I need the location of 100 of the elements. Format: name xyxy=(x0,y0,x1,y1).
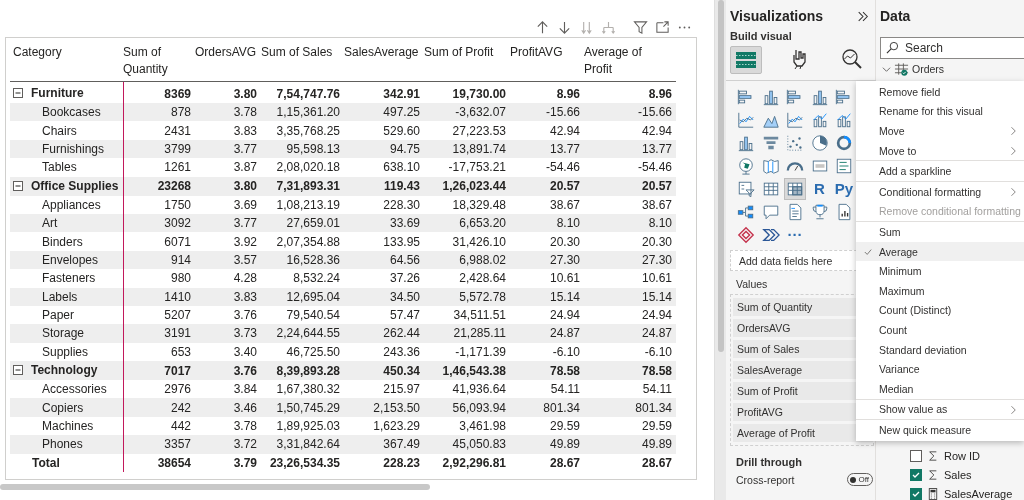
chevron-icon[interactable] xyxy=(882,64,891,74)
column-chart-icon[interactable] xyxy=(737,134,755,152)
column-header[interactable]: SalesAverage xyxy=(344,38,424,82)
section-title: Drill through xyxy=(736,456,803,468)
check-icon xyxy=(864,247,872,256)
document-icon[interactable] xyxy=(786,203,804,221)
field-checkbox[interactable] xyxy=(910,469,922,481)
table-cell: 3.78 xyxy=(233,419,257,434)
collapse-icon[interactable] xyxy=(13,88,23,98)
menu-item[interactable]: New quick measure xyxy=(856,420,1024,440)
visual-type-label[interactable]: ··· xyxy=(787,226,803,244)
menu-item[interactable]: Conditional formatting xyxy=(856,181,1024,202)
menu-item[interactable]: Minimum xyxy=(856,261,1024,281)
pie-chart-icon[interactable] xyxy=(810,134,829,152)
column-header[interactable]: Category xyxy=(10,38,123,82)
table-name[interactable]: Orders xyxy=(912,63,945,75)
table-cell: 6,988.02 xyxy=(459,252,506,267)
table-cell: 19,730.00 xyxy=(452,86,506,101)
field-name[interactable]: SalesAverage xyxy=(944,488,1013,500)
field-checkbox[interactable] xyxy=(910,488,922,500)
column-chart-icon[interactable] xyxy=(810,88,829,106)
row-header: Bookcases xyxy=(42,105,101,120)
table-cell: 13,891.74 xyxy=(452,141,506,156)
chevron-right-icon xyxy=(1010,186,1016,197)
table-cell: 6,653.20 xyxy=(459,216,506,231)
vertical-scrollbar[interactable] xyxy=(717,0,724,352)
list-card-icon[interactable] xyxy=(835,157,853,175)
menu-item[interactable]: Maximum xyxy=(856,280,1024,301)
magnifier-chart-icon xyxy=(840,47,864,71)
row-header: Office Supplies xyxy=(31,177,119,195)
sigma-icon xyxy=(928,469,938,481)
bar-chart-icon[interactable] xyxy=(835,88,853,106)
line-chart-icon[interactable] xyxy=(786,111,804,129)
row-header: Supplies xyxy=(42,344,89,359)
menu-item[interactable]: Show value as xyxy=(856,399,1024,420)
collapse-pane-icon[interactable] xyxy=(857,10,869,22)
funnel-icon[interactable] xyxy=(761,134,780,152)
scatter-chart-icon[interactable] xyxy=(786,134,804,152)
column-header[interactable]: Average of Profit xyxy=(584,38,676,82)
table-cell: 3.80 xyxy=(233,86,257,101)
table-cell: 1261 xyxy=(164,160,191,175)
sort-down-icon[interactable] xyxy=(557,19,572,35)
table-cell: 1,26,023.44 xyxy=(442,179,506,194)
field-name[interactable]: Sales xyxy=(944,469,972,481)
menu-item[interactable]: Sum xyxy=(856,222,1024,242)
field-checkbox[interactable] xyxy=(910,450,922,462)
bar-chart-icon[interactable] xyxy=(786,88,804,106)
collapse-icon[interactable] xyxy=(13,180,23,191)
table-cell: -54.46 xyxy=(637,160,672,175)
column-header[interactable]: ProfitAVG xyxy=(510,38,584,82)
expand-hierarchy-icon[interactable] xyxy=(601,19,616,35)
menu-item[interactable]: Average xyxy=(856,241,1024,262)
table-cell: 3.72 xyxy=(233,437,257,452)
table-cell: 2,24,644.55 xyxy=(276,326,340,341)
collapse-icon[interactable] xyxy=(13,365,23,376)
build-visual-tab[interactable] xyxy=(730,46,762,74)
menu-item[interactable]: Remove field xyxy=(856,82,1024,102)
double-arrow-down-icon[interactable] xyxy=(579,19,594,35)
filter-icon[interactable] xyxy=(633,19,648,35)
table-cell: 3799 xyxy=(164,141,191,156)
column-chart-icon[interactable] xyxy=(761,88,780,106)
table-cell: 2,153.50 xyxy=(373,400,420,415)
menu-item[interactable]: Move xyxy=(856,121,1024,141)
chevrons-icon[interactable] xyxy=(761,226,780,244)
column-header[interactable]: OrdersAVG xyxy=(195,38,261,82)
column-header[interactable]: Sum of Quantity xyxy=(123,38,195,82)
donut-chart-icon[interactable] xyxy=(835,134,853,152)
table-cell: 3.79 xyxy=(233,455,257,470)
table-cell: 3.83 xyxy=(233,289,257,304)
menu-item[interactable]: Add a sparkline xyxy=(856,161,1024,181)
table-icon[interactable] xyxy=(761,180,780,198)
slicer-icon[interactable] xyxy=(737,180,755,198)
sort-up-icon[interactable] xyxy=(535,19,550,35)
row-header: Chairs xyxy=(42,123,77,138)
focus-mode-icon[interactable] xyxy=(655,19,670,35)
diamond-icon[interactable] xyxy=(737,226,755,244)
visual-type-label[interactable]: Py xyxy=(834,180,854,198)
menu-item[interactable]: Move to xyxy=(856,140,1024,161)
card-icon[interactable] xyxy=(810,157,829,175)
trophy-icon[interactable] xyxy=(810,203,829,221)
combo-chart-icon[interactable] xyxy=(810,111,829,129)
column-header[interactable]: Sum of Sales xyxy=(261,38,344,82)
matrix-icon[interactable] xyxy=(786,180,804,198)
tree-icon[interactable] xyxy=(737,203,755,221)
combo-chart-icon[interactable] xyxy=(835,111,853,129)
horizontal-scrollbar[interactable] xyxy=(0,484,430,490)
globe-icon[interactable] xyxy=(737,157,755,175)
report-icon[interactable] xyxy=(835,203,853,221)
speech-bubble-icon[interactable] xyxy=(761,203,780,221)
bar-chart-icon[interactable] xyxy=(737,88,755,106)
visual-type-label[interactable]: R xyxy=(814,180,825,198)
line-chart-icon[interactable] xyxy=(737,111,755,129)
table-cell: 23,26,534.35 xyxy=(269,455,340,470)
table-cell: 2,07,354.88 xyxy=(276,234,340,249)
search-field[interactable]: Search xyxy=(880,37,1024,59)
column-header[interactable]: Sum of Profit xyxy=(424,38,510,82)
field-name[interactable]: Row ID xyxy=(944,450,981,462)
menu-item[interactable]: Rename for this visual xyxy=(856,101,1024,122)
table-cell: 29.59 xyxy=(549,419,580,434)
map-icon[interactable] xyxy=(761,157,780,175)
